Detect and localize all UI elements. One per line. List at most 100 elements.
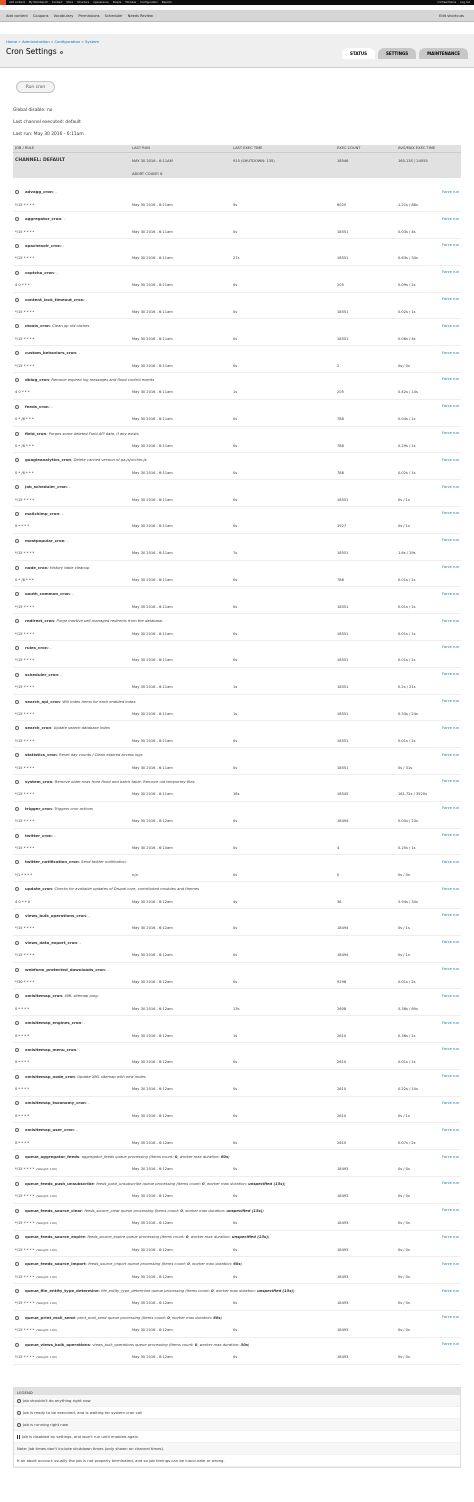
clock-icon — [15, 404, 19, 409]
run-cron-button[interactable]: Run cron — [16, 81, 55, 93]
edit-shortcuts-link[interactable]: Edit shortcuts — [439, 14, 464, 18]
force-run-link[interactable]: Force run — [442, 1047, 459, 1051]
force-run-link[interactable]: Force run — [442, 994, 459, 998]
force-run-link[interactable]: Force run — [442, 913, 459, 917]
force-run-link[interactable]: Force run — [442, 1342, 459, 1346]
toolbar-item-7[interactable]: Modules — [125, 1, 136, 4]
force-run-link[interactable]: Force run — [442, 672, 459, 676]
job-rule: 0 * /6 * * * — [13, 439, 130, 454]
force-run-link[interactable]: Force run — [442, 806, 459, 810]
job-rule: */15 * * * * — [13, 305, 130, 320]
job-last-run: May 30 2016 - 6:12am — [130, 1002, 231, 1017]
toolbar-item-6[interactable]: People — [113, 1, 122, 4]
toolbar-item-2[interactable]: Content — [52, 1, 62, 4]
shortcut-star-icon[interactable] — [59, 50, 63, 54]
force-run-link[interactable]: Force run — [442, 860, 459, 864]
toolbar-item-8[interactable]: Configuration — [140, 1, 158, 4]
shortcut-item-1[interactable]: Coupons — [33, 14, 49, 18]
job-description: - — [72, 592, 74, 597]
job-avg-max: 0.22s / 14s — [396, 1082, 461, 1097]
toolbar-item-3[interactable]: Store — [66, 1, 73, 4]
tab-maintenance[interactable]: MAINTENANCE — [419, 48, 468, 59]
force-run-link[interactable]: Force run — [442, 243, 459, 247]
force-run-link[interactable]: Force run — [442, 377, 459, 381]
force-run-link[interactable]: Force run — [442, 619, 459, 623]
force-run-link[interactable]: Force run — [442, 1074, 459, 1078]
job-last-run: May 30 2016 - 6:11am — [130, 439, 231, 454]
legend-text: Job is disabled by settings, and won't r… — [22, 1434, 139, 1439]
force-run-link[interactable]: Force run — [442, 270, 459, 274]
force-run-link[interactable]: Force run — [442, 940, 459, 944]
job-avg-max: 0.01s / 1s — [396, 627, 461, 642]
toolbar-item-4[interactable]: Structure — [77, 1, 89, 4]
job-weight: (Weight: 100) — [36, 1328, 57, 1333]
job-name: content_lock_timeout_cron — [25, 296, 84, 302]
job-description: - — [56, 270, 58, 275]
job-last-run: May 30 2016 - 6:12am — [130, 1029, 231, 1043]
job-data-row: 4 0 * * * May 30 2016 - 6:11am 0s 205 0.09s … — [13, 278, 461, 293]
force-run-link[interactable]: Force run — [442, 1289, 459, 1293]
job-rule: */30 * * * * — [13, 975, 130, 990]
force-run-link[interactable]: Force run — [442, 726, 459, 730]
shortcut-item-0[interactable]: Add content — [6, 14, 28, 18]
toolbar-item-5[interactable]: Appearance — [93, 1, 109, 4]
job-exec-count: 2610 — [335, 1136, 396, 1151]
force-run-link[interactable]: Force run — [442, 779, 459, 783]
force-run-link[interactable]: Force run — [442, 511, 459, 515]
force-run-link[interactable]: Force run — [442, 967, 459, 971]
force-run-link[interactable]: Force run — [442, 1021, 459, 1025]
force-run-link[interactable]: Force run — [442, 538, 459, 542]
job-data-row: */15 * * * * May 30 2016 - 6:11am 5s 6020 1.… — [13, 198, 461, 213]
force-run-link[interactable]: Force run — [442, 1235, 459, 1239]
shortcut-item-2[interactable]: Vocabulary — [53, 14, 73, 18]
force-run-link[interactable]: Force run — [442, 324, 459, 328]
logout-link[interactable]: Log out — [460, 1, 470, 4]
home-icon[interactable] — [0, 0, 6, 5]
job-rule: 0 * * * * — [13, 1029, 130, 1043]
force-run-link[interactable]: Force run — [442, 190, 459, 194]
tab-settings[interactable]: SETTINGS — [377, 48, 417, 59]
force-run-link[interactable]: Force run — [442, 1262, 459, 1266]
job-name: captcha_cron — [25, 269, 54, 275]
force-run-link[interactable]: Force run — [442, 431, 459, 435]
force-run-link[interactable]: Force run — [442, 485, 459, 489]
shortcut-item-4[interactable]: Scheduler — [105, 14, 123, 18]
job-header-row: queue_feeds_push_unsubscribe: feeds_push… — [13, 1176, 461, 1189]
force-run-link[interactable]: Force run — [442, 1128, 459, 1132]
job-name: trigger_cron — [25, 805, 52, 811]
force-run-link[interactable]: Force run — [442, 565, 459, 569]
force-run-link[interactable]: Force run — [442, 645, 459, 649]
force-run-link[interactable]: Force run — [442, 833, 459, 837]
force-run-link[interactable]: Force run — [442, 753, 459, 757]
force-run-link[interactable]: Force run — [442, 297, 459, 301]
toolbar-item-0[interactable]: Add content — [9, 1, 25, 4]
job-header-row: queue_feeds_source_expire: feeds_source_… — [13, 1230, 461, 1243]
force-run-link[interactable]: Force run — [442, 1315, 459, 1319]
toolbar-item-1[interactable]: My Workbench — [29, 1, 48, 4]
shortcut-item-5[interactable]: Needs Review — [128, 14, 153, 18]
job-exec-count: 788 — [335, 573, 396, 588]
force-run-link[interactable]: Force run — [442, 1181, 459, 1185]
job-description: file_entity_type_determine queue process… — [101, 1289, 295, 1294]
job-weight: (Weight: 100) — [36, 1247, 57, 1252]
force-run-link[interactable]: Force run — [442, 404, 459, 408]
force-run-link[interactable]: Force run — [442, 458, 459, 462]
breadcrumb[interactable]: Home » Administration » Configuration » … — [6, 39, 99, 44]
force-run-link[interactable]: Force run — [442, 699, 459, 703]
force-run-link[interactable]: Force run — [442, 1155, 459, 1159]
force-run-link[interactable]: Force run — [442, 1101, 459, 1105]
force-run-link[interactable]: Force run — [442, 592, 459, 596]
job-title-cell: scheduler_cron: - — [13, 667, 396, 680]
tab-status[interactable]: STATUS — [342, 48, 375, 59]
force-run-link[interactable]: Force run — [442, 351, 459, 355]
force-run-link[interactable]: Force run — [442, 1208, 459, 1212]
job-data-row: 0 * * * * May 30 2016 - 6:11am 0s 1927 0s / … — [13, 519, 461, 534]
toolbar-item-9[interactable]: Reports — [162, 1, 172, 4]
toolbar-username[interactable]: michael Pierce — [437, 1, 456, 4]
job-name: queue_file_entity_type_determine — [25, 1288, 99, 1294]
job-title-cell: xmlsitemap_node_cron: Update XML sitemap… — [13, 1069, 396, 1082]
job-description: Purges some deleted Field API data, if a… — [48, 431, 139, 436]
shortcut-item-3[interactable]: Permissions — [78, 14, 99, 18]
force-run-link[interactable]: Force run — [442, 217, 459, 221]
force-run-link[interactable]: Force run — [442, 887, 459, 891]
